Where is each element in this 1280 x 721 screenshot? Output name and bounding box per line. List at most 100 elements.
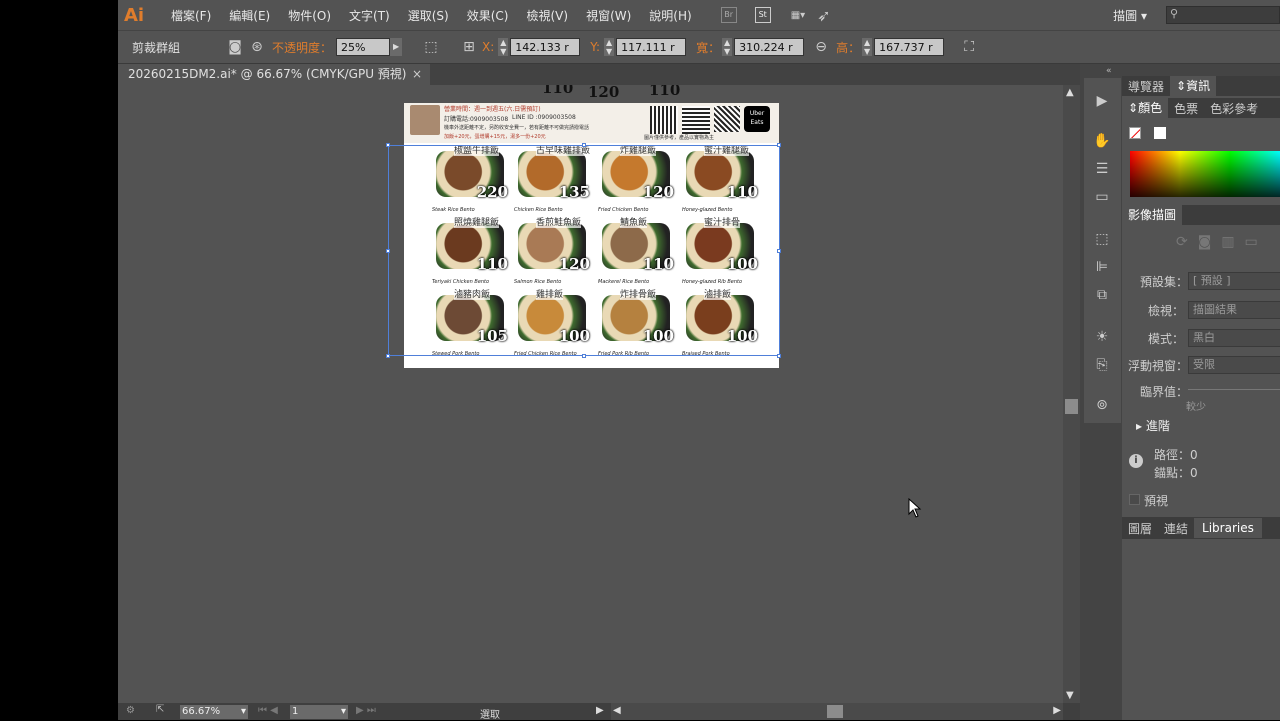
color-spectrum[interactable] xyxy=(1130,151,1280,197)
next-page-icon[interactable]: ▶ ⏭ xyxy=(356,705,376,716)
y-stepper[interactable]: ▲ ▼ xyxy=(604,38,615,56)
stroke-panel-icon[interactable]: ☰ xyxy=(1091,158,1113,180)
preset-select[interactable]: [ 預設 ] xyxy=(1188,272,1280,290)
height-field[interactable]: 167.737 r xyxy=(874,38,945,56)
header-note: 圖片僅供參考，產品以實物為主 xyxy=(644,135,715,141)
menu-select[interactable]: 選取(S) xyxy=(399,7,458,24)
page-field[interactable]: 1 ▾ xyxy=(290,705,348,719)
puppet-warp-icon[interactable]: ✋ xyxy=(1091,130,1113,152)
edit-clip-path-icon[interactable]: ◙ xyxy=(224,36,246,58)
scroll-up-icon[interactable]: ▲ xyxy=(1066,87,1074,98)
resize-handle-t[interactable] xyxy=(582,143,586,147)
width-field[interactable]: 310.224 r xyxy=(734,38,805,56)
export-icon[interactable]: ⎘ xyxy=(1091,354,1113,376)
mouse-cursor-icon xyxy=(908,498,922,518)
menu-edit[interactable]: 編輯(E) xyxy=(220,7,279,24)
advanced-toggle[interactable]: ▸ 進階 xyxy=(1136,417,1170,434)
vertical-scrollbar[interactable]: ▲ ▼ xyxy=(1063,85,1080,703)
image-trace-header: 影像描圖 xyxy=(1122,205,1280,225)
opacity-field[interactable]: 25% xyxy=(336,38,391,56)
horizontal-scroll-thumb[interactable] xyxy=(827,705,843,718)
menu-file[interactable]: 檔案(F) xyxy=(162,7,220,24)
resize-handle-tr[interactable] xyxy=(777,143,781,147)
zoom-field[interactable]: 66.67% ▾ xyxy=(180,705,248,719)
resize-handle-br[interactable] xyxy=(777,354,781,358)
width-label: 寬： xyxy=(696,40,721,55)
mode-label: 模式： xyxy=(1148,332,1185,346)
threshold-slider[interactable] xyxy=(1188,389,1280,390)
tab-links[interactable]: 連結 xyxy=(1158,520,1194,537)
appearance-icon[interactable]: ☀ xyxy=(1091,326,1113,348)
resize-handle-r[interactable] xyxy=(777,249,781,253)
transform-panel-icon-2[interactable]: ⬚ xyxy=(1091,228,1113,250)
x-stepper[interactable]: ▲ ▼ xyxy=(498,38,509,56)
view-select[interactable]: 描圖結果 xyxy=(1188,301,1280,319)
palette-select[interactable]: 受限 xyxy=(1188,356,1280,374)
collapse-panels-icon[interactable]: « xyxy=(1106,66,1112,76)
tab-info[interactable]: ⇕資訊 xyxy=(1170,76,1217,96)
tab-color[interactable]: ⇕顏色 xyxy=(1122,98,1169,118)
status-icon[interactable]: ⚙ xyxy=(126,705,135,716)
transform-icon[interactable]: ⬚ xyxy=(420,36,442,58)
resize-handle-bl[interactable] xyxy=(386,354,390,358)
workspace-switcher[interactable]: 描圖 ▾ xyxy=(1104,7,1156,24)
y-field[interactable]: 117.111 r xyxy=(616,38,687,56)
selection-bounding-box[interactable] xyxy=(388,145,780,356)
image-trace-panel-icon[interactable]: ⊚ xyxy=(1091,394,1113,416)
tab-layers[interactable]: 圖層 xyxy=(1122,520,1158,537)
tab-libraries[interactable]: Libraries xyxy=(1194,518,1262,538)
share-icon[interactable]: ⇱ xyxy=(156,704,164,715)
flyer-header: 營業時間：週一到週五(六.日需預訂) 訂購電話:0909003508 LINE … xyxy=(404,103,779,143)
edit-contents-icon[interactable]: ⊛ xyxy=(246,36,268,58)
header-phone: 訂購電話:0909003508 xyxy=(444,116,509,123)
resize-handle-l[interactable] xyxy=(386,249,390,253)
reference-point-icon[interactable]: ⊞ xyxy=(458,36,480,58)
horizontal-scrollbar[interactable]: ◀ ▶ xyxy=(611,703,1063,720)
scroll-thumb[interactable] xyxy=(1065,399,1078,414)
menu-view[interactable]: 檢視(V) xyxy=(517,7,577,24)
header-extras: 加飯+20元，蛋增購+15元，湯多一份+20元 xyxy=(444,134,546,140)
height-stepper[interactable]: ▲ ▼ xyxy=(862,38,873,56)
menu-object[interactable]: 物件(O) xyxy=(279,7,340,24)
pathfinder-icon[interactable]: ⧉ xyxy=(1091,284,1113,306)
play-action-icon[interactable]: ▶ xyxy=(1091,90,1113,112)
tab-swatches[interactable]: 色票 xyxy=(1168,100,1204,117)
page-dropdown-icon[interactable]: ▾ xyxy=(341,705,346,719)
image-trace-title[interactable]: 影像描圖 xyxy=(1122,205,1183,225)
resize-handle-tl[interactable] xyxy=(386,143,390,147)
preview-checkbox[interactable] xyxy=(1129,494,1140,505)
align-panel-icon[interactable]: ⊫ xyxy=(1091,256,1113,278)
gradient-panel-icon[interactable]: ▭ xyxy=(1091,186,1113,208)
close-tab-icon[interactable]: × xyxy=(412,64,422,85)
stock-button[interactable]: St xyxy=(754,5,771,25)
first-page-icon[interactable]: ⏮ ◀ xyxy=(258,705,278,716)
white-swatch[interactable] xyxy=(1154,127,1166,139)
menu-window[interactable]: 視窗(W) xyxy=(577,7,640,24)
mode-select[interactable]: 黑白 xyxy=(1188,329,1280,347)
canvas-area[interactable]: 110 120 110 營業時間：週一到週五(六.日需預訂) 訂購電話:0909… xyxy=(118,85,1063,703)
panel-icon-column: ▶ ✋ ☰ ▭ ⬚ ⊫ ⧉ ☀ ⎘ ⊚ xyxy=(1084,78,1121,423)
scroll-down-icon[interactable]: ▼ xyxy=(1066,690,1074,701)
constrain-proportions-icon[interactable]: ⊖ xyxy=(810,36,832,58)
menu-type[interactable]: 文字(T) xyxy=(340,7,399,24)
scroll-left-icon[interactable]: ◀ xyxy=(613,705,621,716)
opacity-label[interactable]: 不透明度： xyxy=(272,39,332,56)
zoom-dropdown-icon[interactable]: ▾ xyxy=(241,705,246,719)
search-box[interactable]: ⚲ xyxy=(1166,6,1280,24)
scroll-right-icon[interactable]: ▶ xyxy=(1053,705,1061,716)
tab-navigator[interactable]: 導覽器 xyxy=(1122,78,1170,95)
bridge-button[interactable]: Br xyxy=(720,5,737,25)
rocket-icon[interactable]: ➶ xyxy=(817,5,830,25)
opacity-dropdown-icon[interactable]: ▶ xyxy=(390,38,403,56)
status-menu-icon[interactable]: ▶ xyxy=(596,705,604,716)
none-swatch[interactable] xyxy=(1129,127,1141,139)
width-stepper[interactable]: ▲ ▼ xyxy=(722,38,733,56)
menu-help[interactable]: 說明(H) xyxy=(640,7,700,24)
menu-effect[interactable]: 效果(C) xyxy=(458,7,518,24)
tab-color-guide[interactable]: 色彩參考 xyxy=(1204,100,1264,117)
document-tab[interactable]: 20260215DM2.ai* @ 66.67% (CMYK/GPU 預視) × xyxy=(118,64,430,85)
arrange-documents-icon[interactable]: ▦▾ xyxy=(791,5,805,25)
x-field[interactable]: 142.133 r xyxy=(510,38,581,56)
transform-panel-icon[interactable]: ⛶ xyxy=(958,36,980,58)
resize-handle-b[interactable] xyxy=(582,354,586,358)
